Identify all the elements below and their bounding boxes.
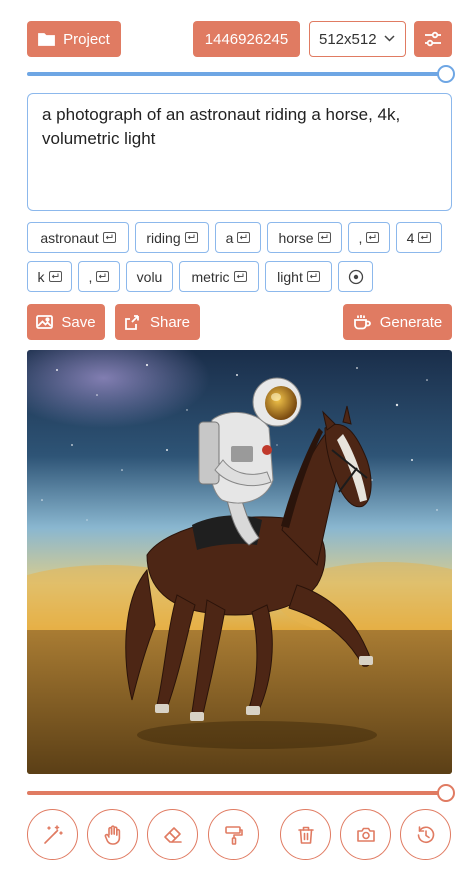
token-text: metric — [191, 268, 230, 285]
token-chip[interactable]: riding — [135, 222, 209, 253]
token-text: , — [358, 229, 363, 246]
prompt-input[interactable]: a photograph of an astronaut riding a ho… — [27, 93, 452, 211]
project-label: Project — [63, 30, 110, 48]
size-value: 512x512 — [319, 30, 377, 48]
token-text: astronaut — [40, 229, 99, 246]
add-token-button[interactable] — [338, 261, 373, 292]
token-chip[interactable]: k — [27, 261, 72, 292]
share-icon — [125, 314, 139, 330]
snapshot-button[interactable] — [340, 809, 391, 860]
token-text: horse — [278, 229, 314, 246]
folder-icon — [38, 33, 56, 46]
share-button[interactable]: Share — [115, 304, 200, 340]
return-icon — [366, 232, 380, 243]
token-chip[interactable]: a — [215, 222, 261, 253]
seed-value: 1446926245 — [204, 30, 289, 48]
trash-icon — [297, 826, 314, 844]
chevron-down-icon — [384, 35, 395, 42]
token-text: k — [37, 268, 45, 285]
token-chip[interactable]: , — [348, 222, 390, 253]
history-button[interactable] — [400, 809, 451, 860]
return-icon — [48, 271, 62, 282]
return-icon — [317, 232, 331, 243]
eraser-icon — [163, 826, 182, 843]
return-icon — [237, 232, 251, 243]
magic-wand-icon — [43, 824, 63, 844]
coffee-cup-icon — [353, 315, 371, 330]
steps-slider-handle[interactable] — [437, 65, 455, 83]
token-chip[interactable]: horse — [267, 222, 342, 253]
steps-slider-track[interactable] — [27, 72, 447, 76]
history-icon — [417, 825, 434, 843]
return-icon — [306, 271, 320, 282]
token-text: a — [225, 229, 234, 246]
camera-icon — [356, 827, 375, 842]
return-icon — [233, 271, 247, 282]
settings-button[interactable] — [414, 21, 452, 57]
image-icon — [36, 315, 54, 329]
paint-roller-tool-button[interactable] — [208, 809, 259, 860]
token-chip[interactable]: , — [78, 261, 120, 292]
history-slider-track[interactable] — [27, 791, 447, 795]
token-chip[interactable]: metric — [179, 261, 259, 292]
token-chip[interactable]: 4 — [396, 222, 442, 253]
delete-button[interactable] — [280, 809, 331, 860]
paint-roller-icon — [224, 825, 243, 845]
return-icon — [418, 232, 432, 243]
share-label: Share — [149, 313, 191, 331]
seed-button[interactable]: 1446926245 — [193, 21, 300, 57]
generate-label: Generate — [379, 313, 443, 331]
generated-image[interactable] — [27, 350, 452, 774]
token-chip[interactable]: astronaut — [27, 222, 129, 253]
generate-button[interactable]: Generate — [343, 304, 452, 340]
save-button[interactable]: Save — [27, 304, 105, 340]
magic-wand-tool-button[interactable] — [27, 809, 78, 860]
token-text: volu — [136, 268, 163, 285]
save-label: Save — [61, 313, 96, 331]
token-chip[interactable]: volu — [126, 261, 173, 292]
size-select[interactable]: 512x512 — [309, 21, 406, 57]
sliders-icon — [425, 31, 441, 47]
eraser-tool-button[interactable] — [147, 809, 198, 860]
return-icon — [184, 232, 198, 243]
token-text: , — [88, 268, 93, 285]
token-text: 4 — [406, 229, 415, 246]
token-chip[interactable]: light — [265, 261, 332, 292]
token-text: riding — [146, 229, 181, 246]
hand-tool-button[interactable] — [87, 809, 138, 860]
project-button[interactable]: Project — [27, 21, 121, 57]
astronaut-horse-illustration — [27, 350, 452, 774]
return-icon — [102, 232, 116, 243]
token-text: light — [277, 268, 303, 285]
return-icon — [96, 271, 110, 282]
history-slider-handle[interactable] — [437, 784, 455, 802]
target-icon — [348, 269, 363, 284]
prompt-text: a photograph of an astronaut riding a ho… — [42, 105, 401, 148]
hand-icon — [104, 824, 120, 845]
